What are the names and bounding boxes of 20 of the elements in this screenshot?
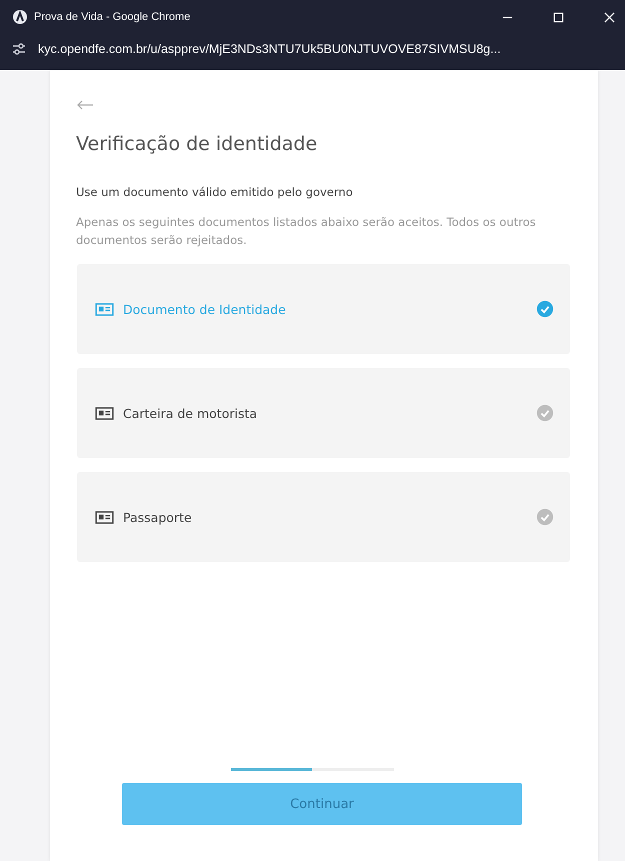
page-title: Verificação de identidade [76, 133, 318, 155]
option-label: Passaporte [123, 510, 192, 524]
check-circle-icon [536, 508, 554, 526]
id-card-icon [95, 406, 114, 420]
window-title: Prova de Vida - Google Chrome [34, 11, 190, 23]
option-label: Documento de Identidade [123, 302, 286, 316]
browser-logo-icon [12, 9, 28, 25]
check-circle-icon [536, 404, 554, 422]
close-icon[interactable] [604, 12, 615, 22]
check-circle-icon [536, 300, 554, 318]
maximize-icon[interactable] [553, 12, 564, 22]
site-settings-icon[interactable] [12, 42, 26, 56]
option-label: Carteira de motorista [123, 406, 258, 420]
url-text[interactable]: kyc.opendfe.com.br/u/aspprev/MjE3NDs3NTU7Uk5BU0NJTUVOVE87SIVMSU8g... [38, 42, 501, 56]
document-option[interactable]: Carteira de motorista [77, 368, 570, 458]
document-option[interactable]: Passaporte [77, 472, 570, 562]
id-card-icon [95, 302, 114, 316]
note-text: Apenas os seguintes documentos listados abaixo serão aceitos. Todos os outros documentos serão rejeitados. [76, 214, 536, 249]
subtitle: Use um documento válido emitido pelo governo [76, 185, 354, 199]
id-card-icon [95, 510, 114, 524]
